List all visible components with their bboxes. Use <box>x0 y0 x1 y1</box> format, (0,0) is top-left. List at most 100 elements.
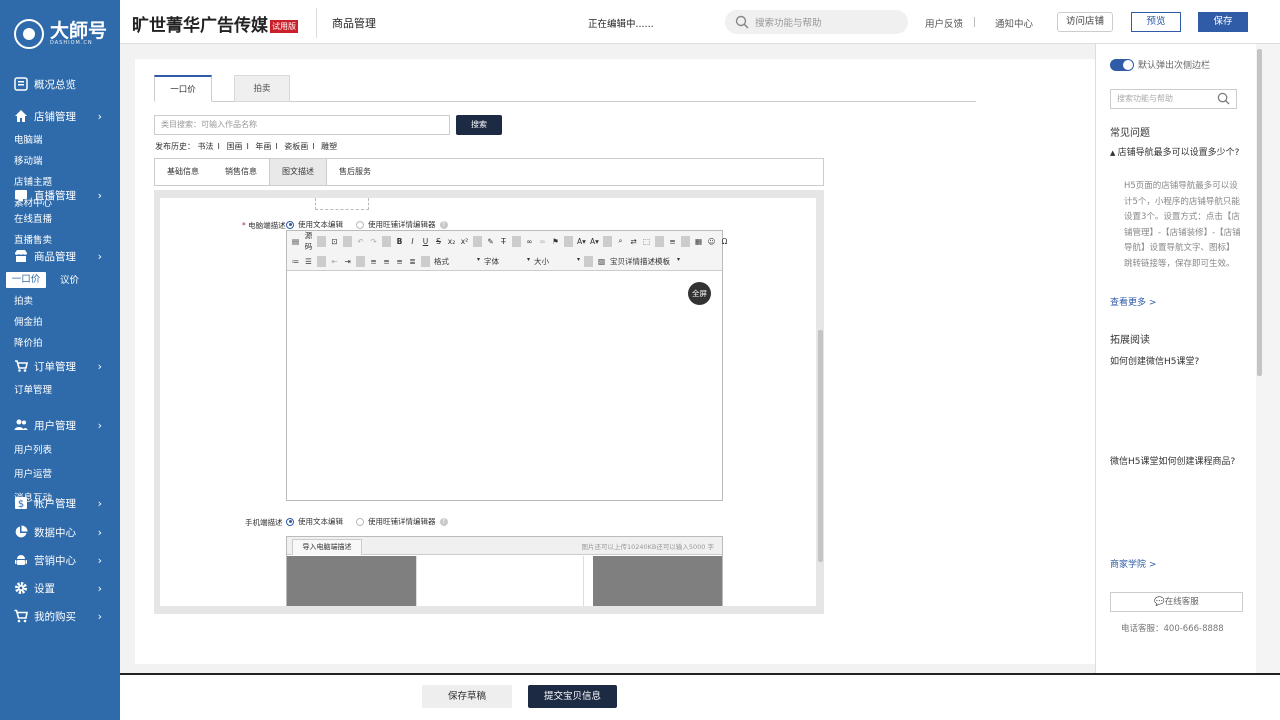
nav-sub-order-manage[interactable]: 订单管理 <box>14 380 94 401</box>
nav-account[interactable]: $ 帐户管理 › <box>0 489 120 517</box>
page-break-icon[interactable]: ≡ <box>668 237 677 246</box>
bold-icon[interactable]: B <box>395 237 404 246</box>
smiley-icon[interactable]: ☺ <box>707 237 716 246</box>
ext-link-2[interactable]: 微信H5课堂如何创建课程商品? <box>1110 454 1235 467</box>
italic-icon[interactable]: I <box>408 237 417 246</box>
nav-sub-fixed-price[interactable]: 一口价 <box>6 272 46 288</box>
nav-live-head[interactable]: 直播管理 › <box>0 181 120 209</box>
preview-doc-icon[interactable]: ⊡ <box>330 237 339 246</box>
ordered-list-icon[interactable]: ≔ <box>291 257 300 266</box>
nav-goods-head[interactable]: 商品管理 › <box>0 242 120 270</box>
save-button[interactable]: 保存 <box>1198 12 1248 32</box>
import-pc-desc-button[interactable]: 导入电脑端描述 <box>292 539 362 555</box>
font-select[interactable]: 字体 <box>484 256 530 267</box>
nav-orders-head[interactable]: 订单管理 › <box>0 352 120 380</box>
nav-sub-user-list[interactable]: 用户列表 <box>14 439 68 463</box>
select-all-icon[interactable]: ⬚ <box>642 237 651 246</box>
nav-sub-dutch-auction[interactable]: 降价拍 <box>14 333 68 354</box>
help-icon[interactable]: ? <box>439 517 448 526</box>
replace-icon[interactable]: ⇄ <box>629 237 638 246</box>
superscript-icon[interactable]: x² <box>460 237 469 246</box>
save-draft-button[interactable]: 保存草稿 <box>422 685 512 708</box>
source-button[interactable]: 源码 <box>304 230 313 252</box>
sidebar-default-toggle[interactable] <box>1110 59 1134 71</box>
clear-format-icon[interactable]: T̶ <box>499 237 508 246</box>
history-item[interactable]: 年画 <box>255 142 271 151</box>
tab-basic-info[interactable]: 基础信息 <box>155 159 211 185</box>
nav-marketing[interactable]: 营销中心 › <box>0 546 120 574</box>
strike-icon[interactable]: S <box>434 237 443 246</box>
ext-link-1[interactable]: 如何创建微信H5课堂? <box>1110 354 1199 367</box>
history-item[interactable]: 书法 <box>198 142 214 151</box>
subscript-icon[interactable]: x₂ <box>447 237 456 246</box>
nav-sub-commission-auction[interactable]: 佣金拍 <box>14 312 68 333</box>
table-icon[interactable]: ▦ <box>694 237 703 246</box>
indent-icon[interactable]: ⇥ <box>343 257 352 266</box>
redo-icon[interactable]: ↷ <box>369 237 378 246</box>
right-scrollbar[interactable] <box>1257 49 1262 376</box>
tab-sale-info[interactable]: 销售信息 <box>213 159 269 185</box>
tab-description[interactable]: 图文描述 <box>269 159 327 185</box>
history-item[interactable]: 瓷板画 <box>284 142 308 151</box>
fullscreen-button[interactable]: 全屏 <box>688 282 711 305</box>
submit-item-button[interactable]: 提交宝贝信息 <box>528 685 617 708</box>
link-icon[interactable]: ∞ <box>525 237 534 246</box>
radio-pc-wangpu-editor[interactable]: 使用旺铺详情编辑器? <box>356 219 448 230</box>
faq-question[interactable]: ▲ 店铺导航最多可以设置多少个? <box>1110 147 1246 160</box>
align-center-icon[interactable]: ≡ <box>382 257 391 266</box>
notify-link[interactable]: 通知中心 <box>995 16 1033 30</box>
omega-icon[interactable]: Ω <box>720 237 729 246</box>
tab-after-sale[interactable]: 售后服务 <box>327 159 383 185</box>
image-icon[interactable]: ▨ <box>597 257 606 266</box>
align-right-icon[interactable]: ≡ <box>395 257 404 266</box>
nav-settings[interactable]: 设置 › <box>0 574 120 602</box>
nav-sub-user-ops[interactable]: 用户运营 <box>14 463 68 487</box>
nav-sub-pc[interactable]: 电脑端 <box>14 130 68 151</box>
nav-data[interactable]: 数据中心 › <box>0 518 120 546</box>
nav-sub-mobile[interactable]: 移动端 <box>14 151 68 172</box>
format-select[interactable]: 格式 <box>434 256 480 267</box>
nav-sub-bargain[interactable]: 议价 <box>60 270 114 291</box>
online-service-button[interactable]: 💬在线客服 <box>1110 592 1243 612</box>
feedback-link[interactable]: 用户反馈 <box>925 16 963 30</box>
bullet-list-icon[interactable]: ☰ <box>304 257 313 266</box>
nav-users-head[interactable]: 用户管理 › <box>0 411 120 439</box>
template-select[interactable]: 宝贝详情描述模板 <box>610 256 680 267</box>
panel-scrollbar[interactable] <box>818 330 823 562</box>
nav-overview[interactable]: 概况总览 <box>0 70 120 98</box>
text-color-icon[interactable]: A▾ <box>577 237 586 246</box>
history-item[interactable]: 雕塑 <box>321 142 337 151</box>
justify-icon[interactable]: ≣ <box>408 257 417 266</box>
size-select[interactable]: 大小 <box>534 256 580 267</box>
tab-auction[interactable]: 拍卖 <box>234 75 290 102</box>
history-item[interactable]: 国画 <box>226 142 242 151</box>
category-search-input[interactable]: 类目搜索：可输入作品名称 <box>154 115 450 135</box>
tab-fixed-price[interactable]: 一口价 <box>154 75 212 102</box>
undo-icon[interactable]: ↶ <box>356 237 365 246</box>
preview-button[interactable]: 预览 <box>1131 12 1181 32</box>
nav-sub-auction[interactable]: 拍卖 <box>14 291 68 312</box>
nav-purchase[interactable]: 我的购买 › <box>0 602 120 630</box>
bg-color-icon[interactable]: A▾ <box>590 237 599 246</box>
outdent-icon[interactable]: ⇤ <box>330 257 339 266</box>
radio-mobile-wangpu-editor[interactable]: 使用旺铺详情编辑器? <box>356 516 448 527</box>
nav-sub-online-live[interactable]: 在线直播 <box>14 209 68 230</box>
category-search-button[interactable]: 搜索 <box>456 115 502 135</box>
source-icon[interactable]: ▤ <box>291 237 300 246</box>
unlink-icon[interactable]: ∞ <box>538 237 547 246</box>
see-more-link[interactable]: 查看更多 > <box>1110 295 1156 308</box>
search-icon[interactable] <box>1217 92 1230 105</box>
underline-icon[interactable]: U <box>421 237 430 246</box>
nav-store-head[interactable]: 店铺管理 › <box>0 102 120 130</box>
academy-link[interactable]: 商家学院 > <box>1110 557 1156 570</box>
logo[interactable]: 大師号 DASHIOM.CN <box>0 0 120 68</box>
top-search-input[interactable]: 搜索功能与帮助 <box>725 10 908 34</box>
brush-icon[interactable]: ✎ <box>486 237 495 246</box>
help-icon[interactable]: ? <box>439 220 448 229</box>
mobile-preview-area[interactable] <box>416 556 584 606</box>
radio-pc-text-editor[interactable]: 使用文本编辑 <box>286 219 343 230</box>
flag-icon[interactable]: ⚑ <box>551 237 560 246</box>
visit-store-button[interactable]: 访问店铺 <box>1057 12 1113 32</box>
align-left-icon[interactable]: ≡ <box>369 257 378 266</box>
radio-mobile-text-editor[interactable]: 使用文本编辑 <box>286 516 343 527</box>
